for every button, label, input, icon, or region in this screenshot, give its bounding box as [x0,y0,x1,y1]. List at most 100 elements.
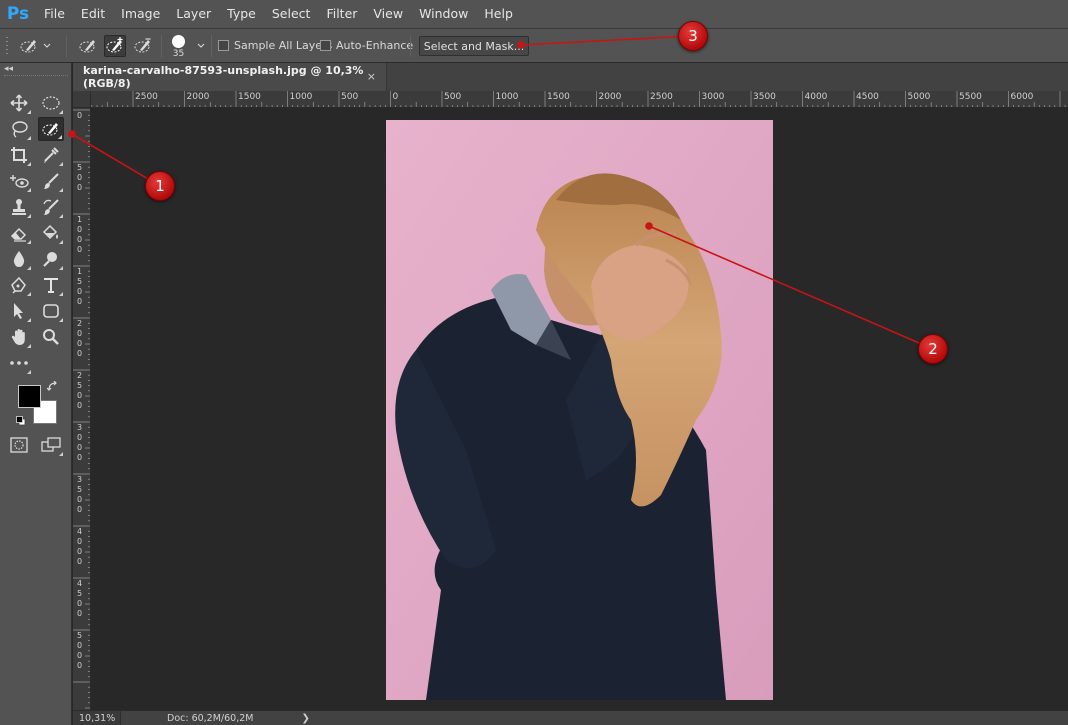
ruler-h-label: 2000 [186,92,210,102]
collapse-panel-icon[interactable]: ◂◂ [4,64,13,74]
tools-panel: ◂◂ [0,63,72,725]
blur-drop-icon [13,251,25,267]
type-tool[interactable] [38,273,64,297]
healing-brush-icon [10,175,29,188]
checkbox-box[interactable] [218,40,229,51]
panel-grip[interactable] [4,75,68,81]
crop-icon [11,147,27,163]
screen-mode-button[interactable] [38,433,64,457]
tool-preset-picker[interactable] [18,29,52,62]
pen-icon [11,276,26,294]
document-size-info: Doc: 60,2M/60,2M [167,712,254,724]
quick-mask-icon [10,437,28,453]
shape-tool[interactable] [38,299,64,323]
chevron-down-icon [197,43,205,48]
auto-enhance-label: Auto-Enhance [336,39,414,52]
eraser-icon [10,227,27,242]
ruler-origin[interactable] [73,91,91,108]
zoom-tool[interactable] [38,325,64,349]
vertical-ruler[interactable]: 0 500 1000 1500 2000 2500 3000 3500 4000 4500 5000 [73,108,91,710]
canvas-area[interactable] [91,108,1068,710]
document-tab[interactable]: karina-carvalho-87593-unsplash.jpg @ 10,… [73,63,387,91]
menu-file[interactable]: File [36,0,73,28]
lasso-tool[interactable] [6,117,32,141]
subtract-from-selection-option[interactable] [132,29,154,62]
move-icon [10,94,28,112]
blur-tool[interactable] [6,247,32,271]
chevron-right-icon[interactable]: ❯ [301,713,309,724]
callout-badge-3: 3 [678,21,708,51]
options-grip [6,29,10,62]
ruler-v-label: 4000 [77,527,83,566]
ruler-h-label: 3500 [753,92,776,102]
ruler-h-label: 1000 [495,92,519,102]
quick-selection-preset-icon [18,35,40,57]
ruler-h-label: 4500 [856,92,879,102]
callout-badge-2: 2 [918,334,948,364]
brush-tool[interactable] [38,169,64,193]
menu-type[interactable]: Type [219,0,264,28]
brush-size-value: 35 [172,48,185,59]
menu-help[interactable]: Help [476,0,521,28]
spot-healing-tool[interactable] [6,169,32,193]
marquee-tool[interactable] [38,91,64,115]
ruler-v-label: 2500 [77,371,83,410]
status-bar: 10,31% Doc: 60,2M/60,2M ❯ [73,710,1068,725]
magnifier-icon [43,329,59,345]
menu-view[interactable]: View [365,0,411,28]
clone-stamp-tool[interactable] [6,195,32,219]
ruler-v-label: 1500 [77,267,83,306]
menu-layer[interactable]: Layer [168,0,219,28]
horizontal-ruler[interactable]: 2500 2000 1500 1000 500 0 500 1000 1500 2000 2500 3… [91,91,1068,108]
ruler-h-label: 0 [392,92,399,102]
photoshop-logo: Ps [6,4,30,24]
ruler-h-label: 1500 [547,92,570,102]
sample-all-layers-checkbox[interactable]: Sample All Layers [218,29,332,62]
menu-select[interactable]: Select [264,0,319,28]
select-and-mask-button[interactable]: Select and Mask... [419,36,529,56]
stamp-icon [12,199,26,215]
quick-selection-tool[interactable] [38,117,64,141]
ruler-v-label: 4500 [77,579,83,618]
close-icon[interactable]: × [367,70,376,83]
hand-tool[interactable] [6,325,32,349]
brush-picker-dropdown[interactable] [196,29,206,62]
zoom-level-field[interactable]: 10,31% [73,710,121,725]
ruler-v-label: 5000 [77,631,83,670]
history-brush-icon [43,199,59,215]
checkbox-box[interactable] [320,40,331,51]
foreground-color-swatch[interactable] [18,385,41,408]
auto-enhance-checkbox[interactable]: Auto-Enhance [320,29,413,62]
menu-bar: Ps File Edit Image Layer Type Select Fil… [0,0,1068,28]
move-tool[interactable] [6,91,32,115]
dodge-tool[interactable] [38,247,64,271]
brush-icon [44,173,59,189]
brush-picker[interactable]: 35 [172,29,185,62]
edit-toolbar[interactable] [6,351,32,375]
menu-edit[interactable]: Edit [73,0,113,28]
swap-colors-icon[interactable] [46,380,58,395]
sample-all-layers-label: Sample All Layers [234,39,333,52]
eraser-tool[interactable] [6,221,32,245]
callout-badge-1: 1 [145,171,175,201]
crop-tool[interactable] [6,143,32,167]
eyedropper-tool[interactable] [38,143,64,167]
quick-mask-button[interactable] [6,433,32,457]
eyedropper-icon [44,147,59,163]
new-selection-option[interactable] [77,29,99,62]
add-to-selection-option[interactable] [104,29,126,62]
type-t-icon [44,278,58,293]
path-selection-tool[interactable] [6,299,32,323]
menu-filter[interactable]: Filter [318,0,365,28]
brush-tip-icon [172,34,185,48]
menu-window[interactable]: Window [411,0,476,28]
menu-image[interactable]: Image [113,0,168,28]
default-colors-icon[interactable] [16,415,26,426]
pen-tool[interactable] [6,273,32,297]
screen-mode-icon [41,437,61,452]
document-image[interactable] [386,120,773,700]
ruler-h-label: 1000 [289,92,313,102]
history-brush-tool[interactable] [38,195,64,219]
paint-bucket-tool[interactable] [38,221,64,245]
ruler-v-label: 0 [77,111,83,120]
